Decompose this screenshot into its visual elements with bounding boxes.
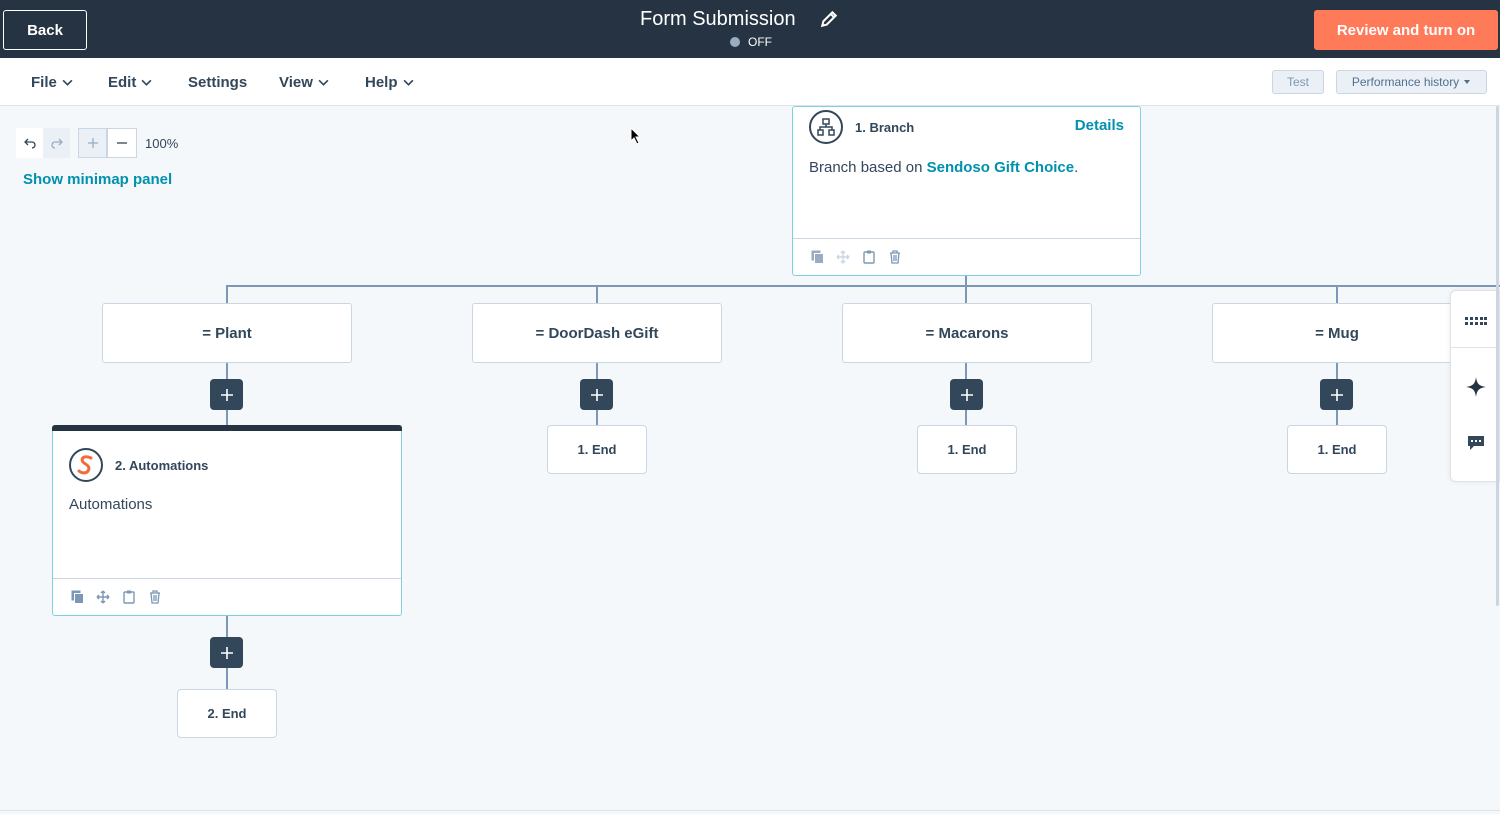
add-action-button[interactable] — [950, 379, 983, 410]
redo-button[interactable] — [43, 128, 70, 158]
move-icon[interactable] — [95, 589, 111, 605]
move-icon[interactable] — [835, 249, 851, 265]
automation-card-header: 2. Automations — [69, 448, 208, 482]
undo-icon — [23, 138, 36, 149]
trash-icon[interactable] — [887, 249, 903, 265]
menu-edit-label: Edit — [108, 74, 137, 91]
canvas-bottom-divider — [0, 810, 1500, 811]
zoom-level: 100% — [145, 136, 179, 151]
menu-file[interactable]: File — [31, 74, 73, 91]
show-minimap-link[interactable]: Show minimap panel — [23, 171, 172, 188]
minus-icon — [117, 142, 127, 144]
connector-line — [1336, 285, 1338, 303]
automation-card-body: Automations — [69, 496, 153, 513]
automation-card-title: 2. Automations — [115, 457, 209, 473]
redo-icon — [50, 138, 63, 149]
branch-icon — [809, 110, 843, 144]
menu-file-label: File — [31, 74, 57, 91]
add-action-button[interactable] — [210, 637, 243, 668]
branch-body-suffix: . — [1074, 159, 1079, 176]
zoom-in-button[interactable] — [78, 128, 107, 158]
right-rail — [1450, 290, 1500, 482]
grid-dots-button[interactable] — [1451, 291, 1500, 351]
branch-option-macarons[interactable]: = Macarons — [842, 303, 1092, 363]
test-button[interactable]: Test — [1272, 70, 1324, 94]
chevron-down-icon — [141, 79, 152, 86]
menu-help-label: Help — [365, 74, 398, 91]
automation-action-card[interactable]: 2. Automations Automations — [52, 425, 402, 616]
plus-icon — [220, 388, 233, 401]
menu-settings[interactable]: Settings — [188, 74, 247, 91]
chevron-down-icon — [403, 79, 413, 86]
review-and-turn-on-button[interactable]: Review and turn on — [1314, 10, 1498, 50]
end-node[interactable]: 2. End — [177, 689, 277, 738]
undo-button[interactable] — [16, 128, 43, 158]
plus-icon — [960, 388, 973, 401]
automation-card-footer — [53, 578, 401, 615]
connector-line — [226, 285, 228, 303]
chat-icon — [1468, 436, 1484, 450]
zoom-out-button[interactable] — [107, 128, 137, 158]
plus-icon — [220, 646, 233, 659]
vertical-scrollbar[interactable] — [1494, 106, 1500, 814]
menu-view[interactable]: View — [279, 74, 329, 91]
connector-line — [226, 285, 1500, 287]
copy-icon[interactable] — [69, 589, 85, 605]
end-node[interactable]: 1. End — [547, 425, 647, 474]
sparkle-icon — [1466, 377, 1486, 397]
branch-card-title: 1. Branch — [855, 119, 915, 135]
branch-card-header: 1. Branch — [809, 110, 914, 144]
branch-action-card[interactable]: 1. Branch Branch based on Sendoso Gift C… — [792, 106, 1141, 276]
workflow-status: OFF — [730, 35, 772, 49]
status-dot-icon — [730, 37, 740, 47]
status-label: OFF — [748, 35, 772, 49]
branch-option-mug[interactable]: = Mug — [1212, 303, 1462, 363]
comments-button[interactable] — [1451, 413, 1500, 473]
branch-option-doordash[interactable]: = DoorDash eGift — [472, 303, 722, 363]
plus-icon — [1330, 388, 1343, 401]
branch-property-link[interactable]: Sendoso Gift Choice — [927, 159, 1075, 176]
add-action-button[interactable] — [580, 379, 613, 410]
branch-card-body: Branch based on Sendoso Gift Choice. — [809, 159, 1078, 176]
chevron-down-icon — [318, 79, 329, 86]
back-button[interactable]: Back — [3, 10, 87, 50]
workflow-title[interactable]: Form Submission — [640, 8, 796, 31]
trash-icon[interactable] — [147, 589, 163, 605]
add-action-button[interactable] — [1320, 379, 1353, 410]
end-node[interactable]: 1. End — [917, 425, 1017, 474]
pencil-icon[interactable] — [820, 10, 838, 28]
selected-indicator — [52, 425, 402, 431]
plus-icon — [87, 138, 98, 148]
clipboard-icon[interactable] — [861, 249, 877, 265]
copy-icon[interactable] — [809, 249, 825, 265]
add-action-button[interactable] — [210, 379, 243, 410]
top-bar: Back Form Submission OFF Review and turn… — [0, 0, 1500, 58]
menu-help[interactable]: Help — [365, 74, 414, 91]
connector-line — [965, 285, 967, 303]
performance-history-button[interactable]: Performance history — [1336, 70, 1487, 94]
end-node[interactable]: 1. End — [1287, 425, 1387, 474]
branch-body-prefix: Branch based on — [809, 159, 927, 176]
rail-divider — [1451, 347, 1500, 348]
caret-down-icon — [1464, 80, 1471, 84]
menu-edit[interactable]: Edit — [108, 74, 152, 91]
menu-bar: File Edit Settings View Help Test Perfor… — [0, 58, 1500, 106]
chevron-down-icon — [62, 79, 73, 86]
connector-line — [596, 285, 598, 303]
grid-dots-icon — [1465, 317, 1487, 325]
sendoso-logo-icon — [69, 448, 103, 482]
branch-card-footer — [793, 238, 1140, 275]
menu-view-label: View — [279, 74, 313, 91]
details-link[interactable]: Details — [1075, 117, 1124, 134]
mouse-cursor-icon — [630, 127, 642, 145]
menu-settings-label: Settings — [188, 74, 248, 91]
plus-icon — [590, 388, 603, 401]
branch-option-plant[interactable]: = Plant — [102, 303, 352, 363]
ai-assistant-button[interactable] — [1451, 357, 1500, 417]
clipboard-icon[interactable] — [121, 589, 137, 605]
performance-history-label: Performance history — [1351, 75, 1460, 89]
